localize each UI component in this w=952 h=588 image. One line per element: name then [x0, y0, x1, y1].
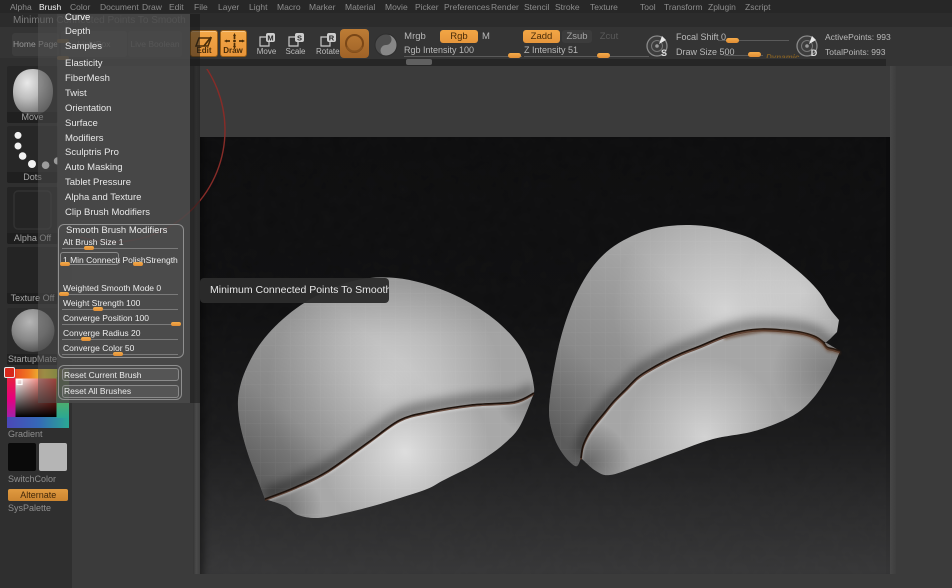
- svg-text:S: S: [297, 34, 302, 43]
- svg-text:D: D: [811, 48, 818, 58]
- svg-text:R: R: [329, 34, 335, 43]
- svg-text:M: M: [267, 34, 273, 43]
- svg-text:S: S: [661, 48, 667, 58]
